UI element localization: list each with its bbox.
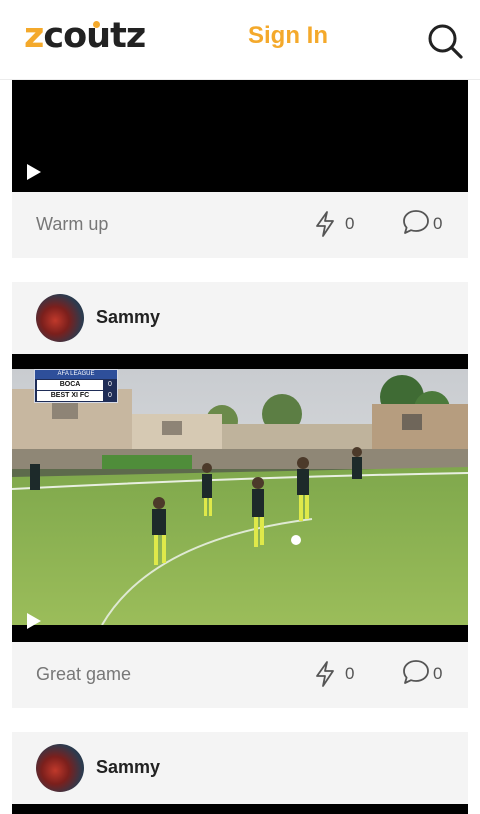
comment-count: 0 [433,664,443,683]
post-author[interactable]: Sammy [96,757,160,778]
play-icon[interactable] [26,612,42,630]
scoreboard: AFA LEAGUE BOCA 0 BEST XI FC 0 [34,369,118,403]
avatar[interactable] [36,744,84,792]
scoreboard-league: AFA LEAGUE [35,370,117,379]
comment-icon[interactable] [402,209,430,235]
scoreboard-team2: BEST XI FC [37,391,103,401]
boost-icon[interactable] [314,210,336,238]
post-footer: Great game 0 0 [12,642,468,708]
comment-icon[interactable] [402,659,430,685]
post-caption: Warm up [36,214,109,234]
scoreboard-team1-score: 0 [108,381,112,388]
post-header: Sammy [12,282,468,354]
boost-count: 0 [345,664,355,683]
top-header: zcoutz Sign In [0,0,480,80]
sign-in-link[interactable]: Sign In [248,22,328,50]
video-player[interactable]: AFA LEAGUE BOCA 0 BEST XI FC 0 [12,354,468,642]
scoreboard-team2-score: 0 [108,392,112,399]
post-footer: Warm up 0 0 [12,192,468,258]
video-player[interactable] [12,804,468,814]
avatar[interactable] [36,294,84,342]
video-thumbnail [12,369,468,625]
video-player[interactable] [12,80,468,192]
scoreboard-team1: BOCA [37,380,103,390]
boost-count: 0 [345,214,355,233]
post-header: Sammy [12,732,468,804]
zcoutz-logo[interactable]: zcoutz [24,16,146,56]
comment-count: 0 [433,214,443,233]
post-caption: Great game [36,664,132,684]
play-icon[interactable] [26,163,42,181]
boost-icon[interactable] [314,660,336,688]
search-icon[interactable] [426,22,464,60]
post-author[interactable]: Sammy [96,307,160,328]
